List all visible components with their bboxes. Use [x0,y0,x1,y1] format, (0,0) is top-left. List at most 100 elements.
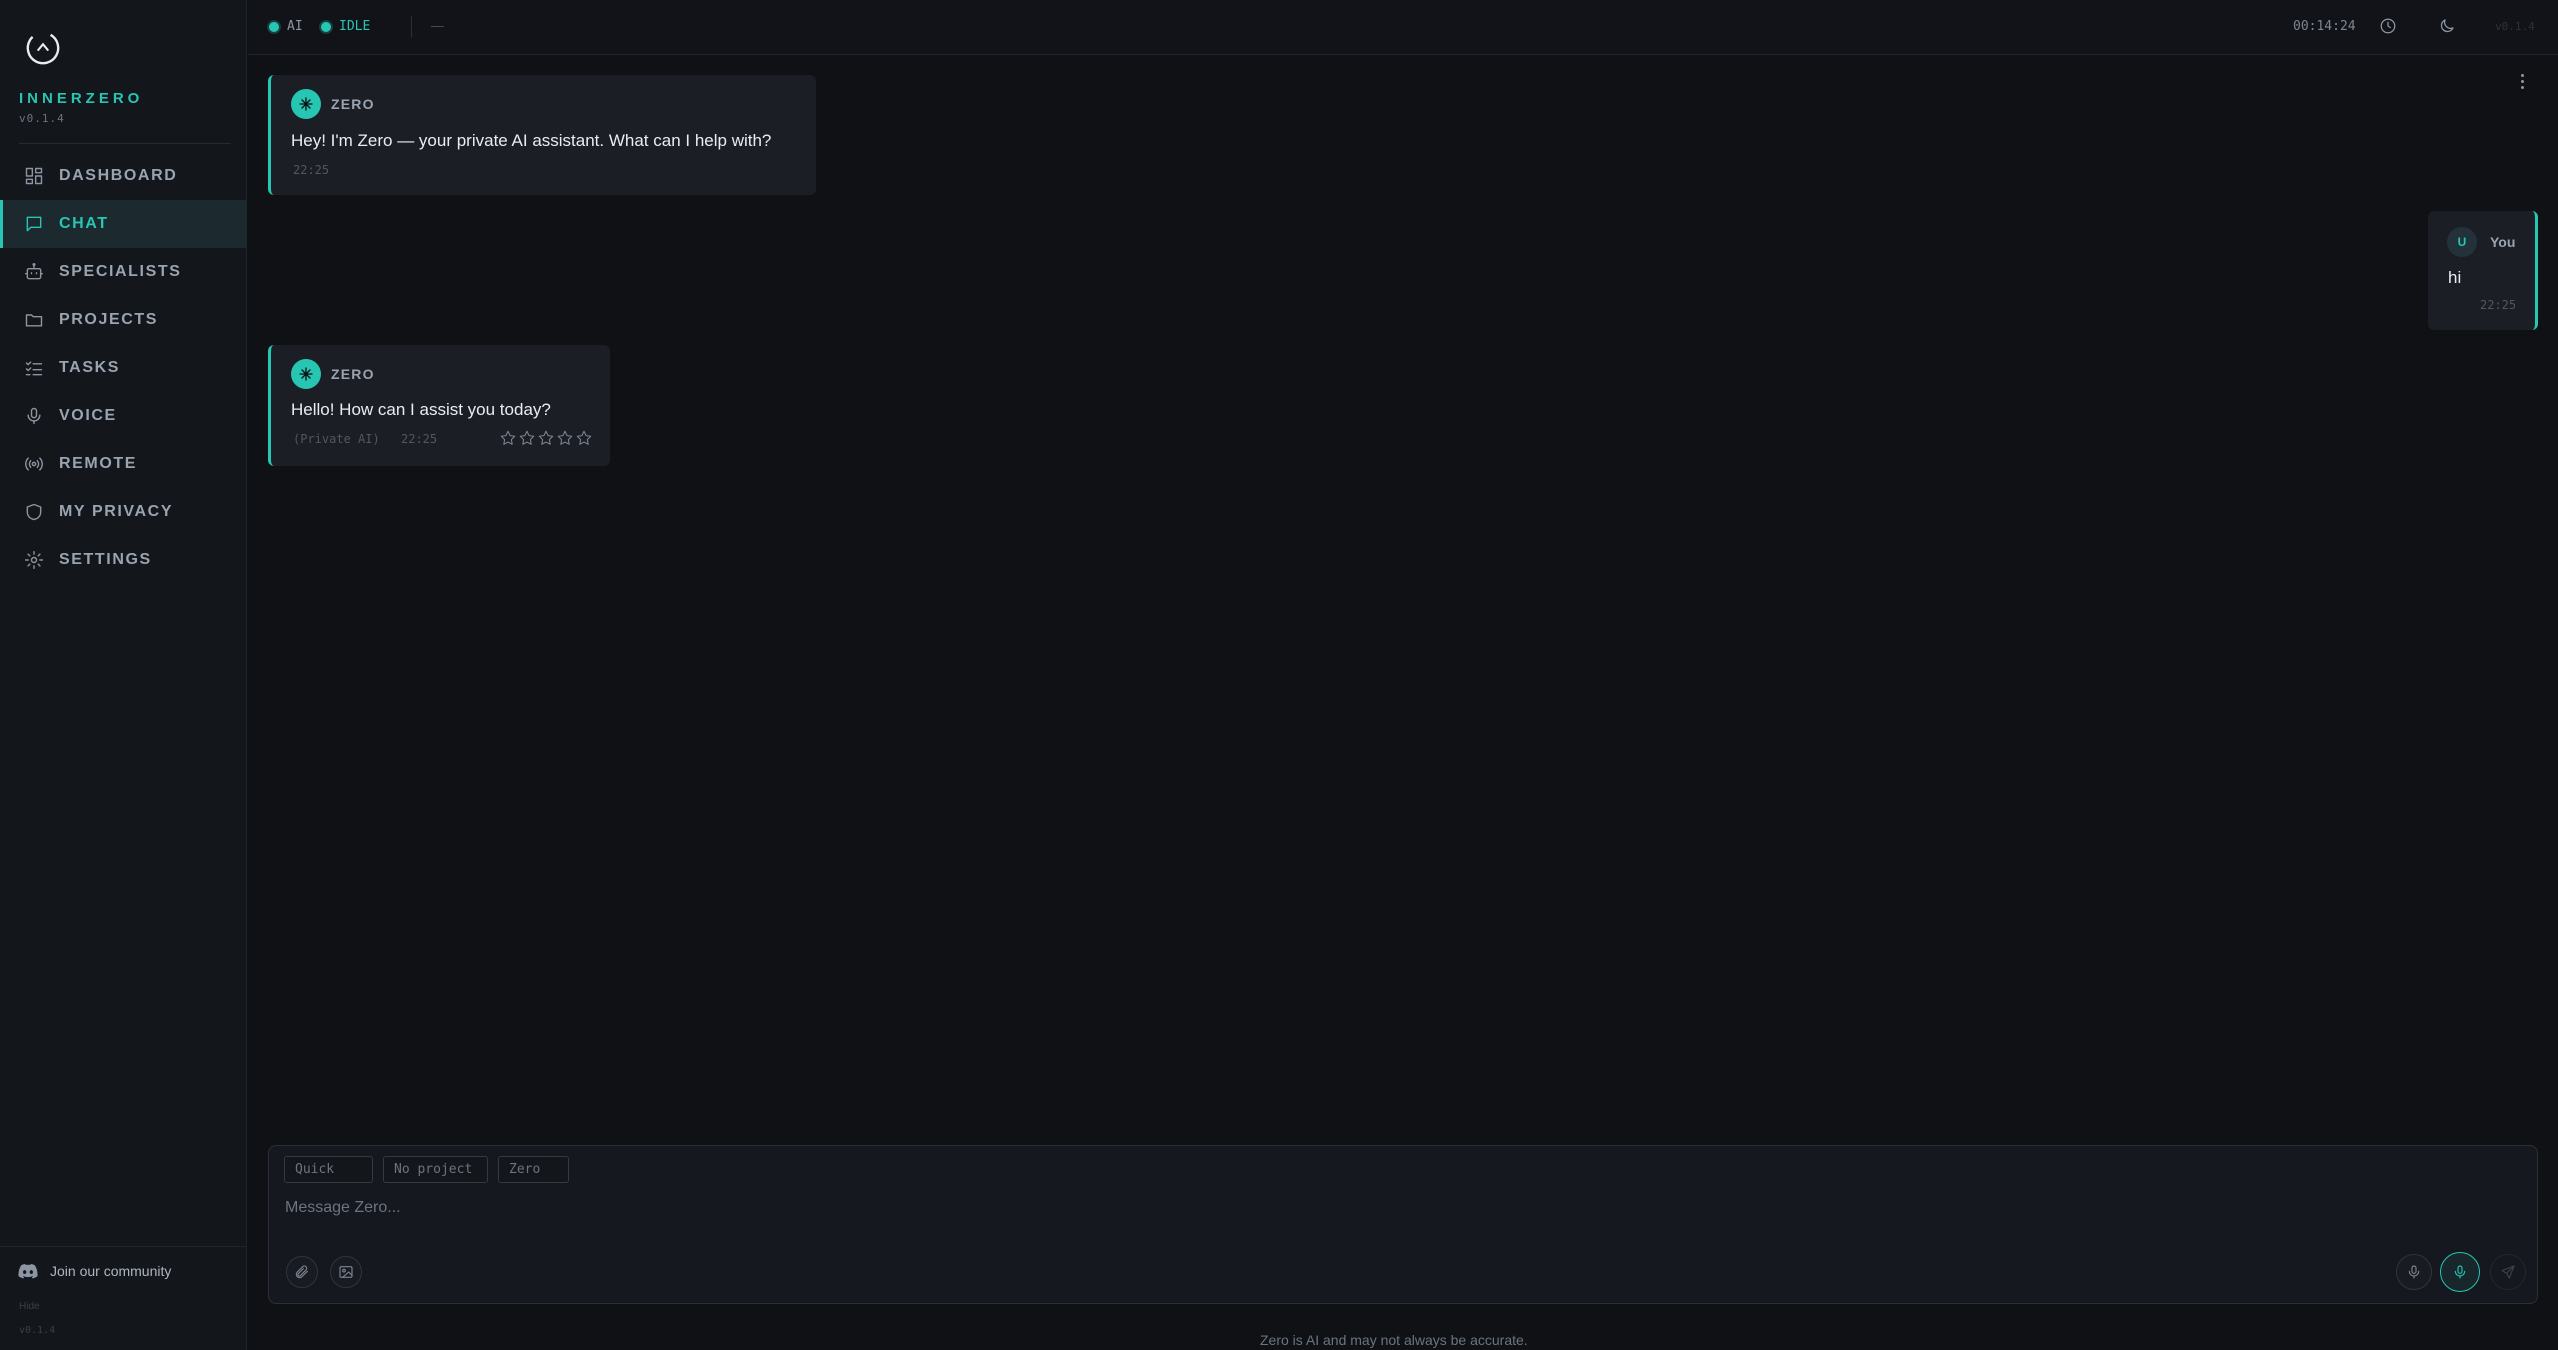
gear-icon [24,550,44,570]
ai-status: AI [269,19,303,34]
sender-name: You [2490,234,2516,250]
brand-name: INNERZERO [19,90,144,107]
sidebar-nav: DASHBOARD CHAT SPECIALISTS PROJECTS TASK… [0,152,247,584]
message-time: 22:25 [293,163,330,177]
sidebar-item-label: MY PRIVACY [59,503,174,520]
topbar-version: v0.1.4 [2495,20,2535,33]
footer-version: v0.1.4 [19,1325,56,1336]
paperclip-icon [295,1265,308,1279]
rating-stars [499,429,593,447]
ai-status-label: AI [287,19,303,34]
model-tag: (Private AI) [293,432,380,446]
more-options-button[interactable] [2514,70,2530,92]
chat-icon [26,216,42,232]
assistant-message: ZERO Hey! I'm Zero — your private AI ass… [268,75,816,195]
agent-select[interactable]: Zero [498,1156,569,1183]
sidebar-item-label: CHAT [59,215,109,232]
message-composer: Quick No project Zero [268,1145,2538,1304]
zero-avatar [291,89,321,119]
sender-name: ZERO [331,96,375,112]
microphone-icon [2408,1265,2420,1279]
dictation-button[interactable] [2396,1254,2432,1290]
attach-image-button[interactable] [330,1256,362,1288]
shield-icon [26,503,42,521]
join-community-link[interactable]: Join our community [18,1263,171,1279]
sparkle-icon [299,367,313,381]
sidebar-item-label: SPECIALISTS [59,263,182,280]
folder-icon [25,314,43,327]
zero-avatar [291,359,321,389]
message-header: ZERO [291,89,375,119]
rating-star-4[interactable] [556,429,574,447]
project-select[interactable]: No project [383,1156,488,1183]
moon-icon [2440,19,2454,33]
rating-star-1[interactable] [499,429,517,447]
hide-sidebar-button[interactable]: Hide [19,1301,40,1312]
history-button[interactable] [2379,17,2401,39]
star-icon [538,430,554,445]
kebab-dot [2520,73,2524,77]
top-bar: AI IDLE — 00:14:24 v0.1.4 [248,0,2558,55]
idle-status-label: IDLE [339,19,371,34]
sidebar-item-voice[interactable]: VOICE [0,392,247,440]
send-icon [2501,1265,2515,1279]
sidebar: INNERZERO v0.1.4 DASHBOARD CHAT SPECIALI… [0,0,247,1350]
send-button[interactable] [2490,1254,2526,1290]
message-input[interactable] [285,1191,2485,1225]
current-model-placeholder: — [431,18,444,33]
idle-status: IDLE [321,19,370,34]
kebab-dot [2520,79,2524,83]
microphone-icon [2454,1265,2466,1279]
community-label: Join our community [50,1263,172,1279]
message-text: Hey! I'm Zero — your private AI assistan… [291,131,772,150]
sidebar-item-label: PROJECTS [59,311,159,328]
sidebar-item-my-privacy[interactable]: MY PRIVACY [0,488,247,536]
rating-star-3[interactable] [537,429,555,447]
assistant-message: ZERO Hello! How can I assist you today? … [268,345,610,466]
dashboard-icon [25,167,43,185]
message-time: 22:25 [2480,298,2517,312]
sparkle-icon [299,97,313,111]
user-message: U You hi 22:25 [2428,211,2538,330]
message-text: hi [2448,268,2462,287]
microphone-icon [27,407,41,425]
star-icon [500,430,516,445]
message-time: 22:25 [401,432,438,446]
divider [411,16,412,38]
message-text: Hello! How can I assist you today? [291,400,551,419]
logo-icon [26,31,60,65]
sidebar-item-remote[interactable]: REMOTE [0,440,247,488]
sidebar-item-specialists[interactable]: SPECIALISTS [0,248,247,296]
rating-star-2[interactable] [518,429,536,447]
sidebar-item-label: SETTINGS [59,551,152,568]
sidebar-item-label: TASKS [59,359,121,376]
sidebar-item-dashboard[interactable]: DASHBOARD [0,152,247,200]
image-icon [339,1266,353,1278]
mode-select[interactable]: Quick [284,1156,373,1183]
sidebar-item-projects[interactable]: PROJECTS [0,296,247,344]
sidebar-item-label: VOICE [59,407,117,424]
sidebar-item-chat[interactable]: CHAT [0,200,247,248]
clock-icon [2380,18,2396,34]
star-icon [557,430,573,445]
brand-version: v0.1.4 [19,112,65,125]
divider [0,1246,247,1247]
rating-star-5[interactable] [575,429,593,447]
robot-icon [24,262,44,280]
status-dot [321,21,331,32]
star-icon [576,430,592,445]
divider [19,143,231,144]
star-icon [519,430,535,445]
sidebar-item-settings[interactable]: SETTINGS [0,536,247,584]
discord-icon [18,1263,38,1279]
sidebar-item-label: DASHBOARD [59,167,178,184]
sidebar-item-label: REMOTE [59,455,138,472]
theme-toggle-button[interactable] [2438,17,2460,39]
sidebar-item-tasks[interactable]: TASKS [0,344,247,392]
kebab-dot [2520,85,2524,89]
voice-mode-button[interactable] [2440,1252,2480,1292]
message-header: ZERO [291,359,375,389]
attach-file-button[interactable] [286,1256,318,1288]
sender-name: ZERO [331,366,375,382]
status-dot [269,21,279,32]
